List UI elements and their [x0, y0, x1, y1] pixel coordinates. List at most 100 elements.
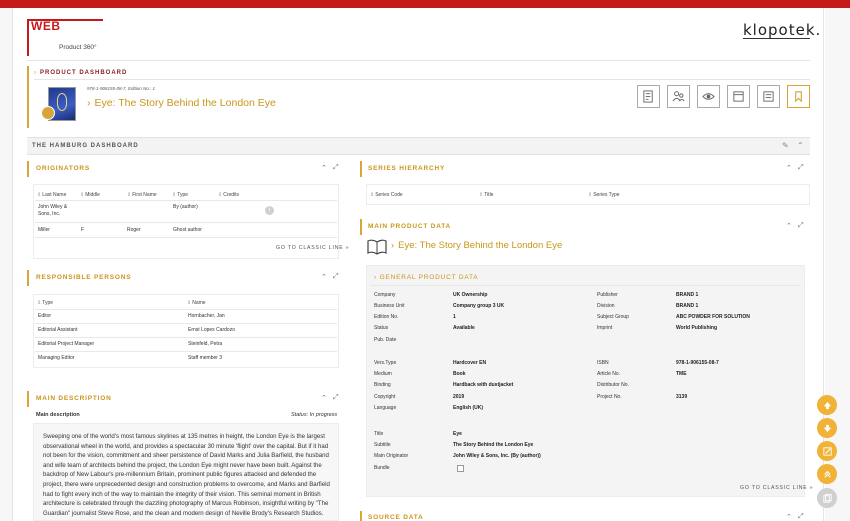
description-title: MAIN DESCRIPTION [36, 395, 112, 402]
field-label-bundle: Bundle [374, 465, 390, 471]
eye-icon[interactable] [697, 85, 720, 108]
expand-icon[interactable]: ⤢ [333, 394, 339, 402]
collapse-icon[interactable]: ⌃ [321, 394, 327, 402]
field-value-company: UK Ownership [453, 292, 488, 298]
person-type: Editorial Assistant [38, 327, 78, 333]
originator-last: Miller [38, 227, 50, 233]
originator-type: By (author) [173, 204, 198, 210]
field-label-edition: Edition No. [374, 314, 399, 320]
field-label-article-no: Article No. [597, 371, 621, 377]
general-product-data-title: › GENERAL PRODUCT DATA [374, 274, 479, 281]
field-label-division: Division [597, 303, 615, 309]
main-product-book-title[interactable]: › Eye: The Story Behind the London Eye [391, 240, 562, 251]
klopotek-logo: klopotek. [743, 21, 822, 39]
originator-last: John Wiley & Sons, Inc. [38, 204, 68, 217]
web-logo-subtitle: Product 360° [59, 44, 97, 51]
field-label-subtitle: Subtitle [374, 442, 391, 448]
responsible-table [33, 294, 339, 368]
field-label-distributor-no: Distributor No. [597, 382, 629, 388]
field-value-copyright: 2019 [453, 394, 465, 400]
main-product-classic-link[interactable]: GO TO CLASSIC LINE » [740, 485, 813, 491]
dashboard-collapse-icon[interactable]: ⌃ [797, 141, 804, 150]
series-title: SERIES HIERARCHY [368, 165, 446, 172]
col-last-name[interactable]: ⇕Last Name [37, 192, 66, 198]
field-value-publisher: BRAND 1 [676, 292, 699, 298]
field-value-imprint: World Publishing [676, 325, 718, 331]
bundle-checkbox[interactable] [457, 465, 464, 472]
expand-icon[interactable]: ⤢ [333, 273, 339, 281]
field-label-vers-type: Vers.Type [374, 360, 397, 366]
header-divider [27, 60, 810, 61]
field-label-status: Status [374, 325, 389, 331]
arrow-down-icon[interactable] [817, 418, 837, 438]
arrow-up-icon[interactable] [817, 395, 837, 415]
bookmark-icon[interactable] [787, 85, 810, 108]
col-type[interactable]: ⇕Type [172, 192, 188, 198]
field-value-status: Available [453, 325, 475, 331]
isbn-edition-line: 978-1-906155-08-7, Edition No.: 1 [87, 86, 156, 91]
field-label-company: Company [374, 292, 396, 298]
field-value-article-no: TME [676, 371, 687, 377]
edit-document-icon[interactable] [637, 85, 660, 108]
description-text: Sweeping one of the world's most famous … [43, 433, 330, 517]
col-credits[interactable]: ⇕Credits [218, 192, 239, 198]
originator-type: Ghost author [173, 227, 202, 233]
copy-icon[interactable] [817, 488, 837, 508]
field-label-publisher: Publisher [597, 292, 618, 298]
general-product-data-box [366, 265, 805, 497]
collapse-icon[interactable]: ⌃ [786, 222, 792, 230]
field-value-subject-group: ABC POWDER FOR SOLUTION [676, 314, 750, 320]
expand-icon[interactable]: ⤢ [798, 222, 804, 230]
originator-middle: F [81, 227, 85, 233]
main-product-title: MAIN PRODUCT DATA [368, 223, 452, 230]
originator-first: Roger [127, 227, 141, 233]
expand-icon[interactable]: ⤢ [333, 164, 339, 172]
col-series-type[interactable]: ⇕Series Type [588, 192, 620, 198]
field-label-imprint: Imprint [597, 325, 613, 331]
dashboard-title: THE HAMBURG DASHBOARD [32, 143, 139, 149]
row-divider [370, 285, 801, 286]
calendar-icon[interactable] [727, 85, 750, 108]
field-value-business-unit: Company group 3 UK [453, 303, 505, 309]
field-value-title: Eye [453, 431, 462, 437]
collapse-icon[interactable]: ⌃ [786, 164, 792, 172]
row-divider [35, 337, 337, 338]
expand-icon[interactable]: ⤢ [798, 164, 804, 172]
edit-icon[interactable] [817, 441, 837, 461]
col-first-name[interactable]: ⇕First Name [127, 192, 157, 198]
product-title[interactable]: › Eye: The Story Behind the London Eye [87, 97, 276, 109]
dashboard-header-bar [27, 137, 810, 155]
field-value-isbn: 978-1-906155-08-7 [676, 360, 719, 366]
collapse-icon[interactable]: ⌃ [321, 273, 327, 281]
originators-classic-link[interactable]: GO TO CLASSIC LINE » [276, 245, 349, 251]
field-value-project-no: 3139 [676, 394, 688, 400]
field-label-binding: Binding [374, 382, 391, 388]
users-icon[interactable] [667, 85, 690, 108]
col-type[interactable]: ⇕Type [37, 300, 53, 306]
collapse-icon[interactable]: ⌃ [321, 164, 327, 172]
col-title[interactable]: ⇕Title [479, 192, 493, 198]
row-divider [35, 351, 337, 352]
double-up-icon[interactable] [817, 464, 837, 484]
source-header [360, 511, 810, 521]
dashboard-edit-icon[interactable]: ✎ [782, 141, 789, 150]
book-icon [367, 239, 387, 257]
field-label-copyright: Copyright [374, 394, 396, 400]
report-icon[interactable] [757, 85, 780, 108]
field-value-medium: Book [453, 371, 466, 377]
field-value-main-originator: John Wiley & Sons, Inc. (By (author)) [453, 453, 541, 459]
originators-title: ORIGINATORS [36, 165, 91, 172]
col-series-code[interactable]: ⇕Series Code [370, 192, 403, 198]
col-middle[interactable]: ⇕Middle [80, 192, 100, 198]
row-divider [35, 309, 337, 310]
person-type: Editor [38, 313, 52, 319]
expand-icon[interactable]: ⤢ [798, 513, 804, 521]
row-divider [35, 323, 337, 324]
info-icon[interactable]: i [265, 206, 274, 215]
web-logo[interactable]: WEB [31, 19, 61, 33]
description-subtitle: Main description [36, 412, 80, 418]
col-name[interactable]: ⇕Name [187, 300, 206, 306]
person-name: Ernst Lopes Cardozo [188, 327, 235, 333]
collapse-icon[interactable]: ⌃ [786, 513, 792, 521]
book-cover-eye-graphic [57, 93, 67, 111]
